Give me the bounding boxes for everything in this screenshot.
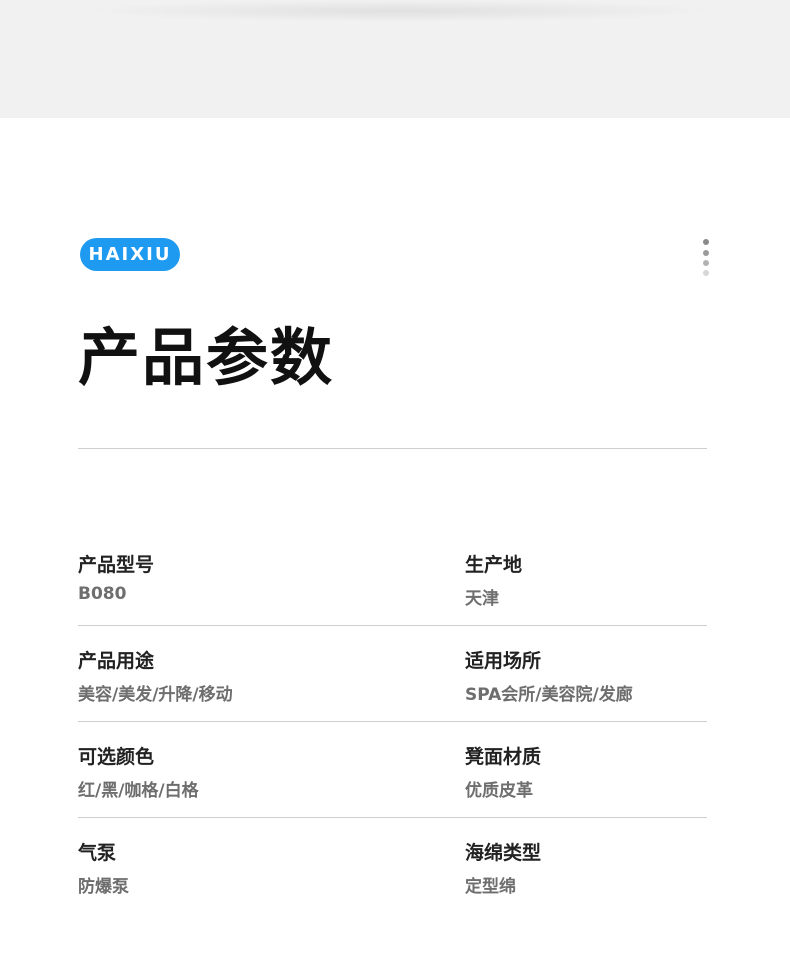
dot <box>703 239 709 245</box>
dot <box>703 270 709 276</box>
spec-value: B080 <box>78 584 127 604</box>
spec-row: 产品用途 美容/美发/升降/移动 适用场所 SPA会所/美容院/发廊 <box>78 626 707 722</box>
title-divider <box>78 448 707 449</box>
spec-label: 凳面材质 <box>465 746 542 768</box>
spec-label: 产品用途 <box>78 650 155 672</box>
spec-value: SPA会所/美容院/发廊 <box>465 685 633 705</box>
more-vertical-dots-icon <box>700 237 712 279</box>
brand-logo-badge: HAIXIU <box>80 238 180 271</box>
dot <box>703 250 709 256</box>
spec-table: 产品型号 B080 生产地 天津 产品用途 美容/美发/升降/移动 适用场所 S… <box>78 530 707 914</box>
spec-label: 气泵 <box>78 842 117 864</box>
spec-value: 防爆泵 <box>78 877 129 897</box>
spec-label: 可选颜色 <box>78 746 155 768</box>
spec-row: 可选颜色 红/黑/咖格/白格 凳面材质 优质皮革 <box>78 722 707 818</box>
spec-value: 天津 <box>465 589 499 609</box>
dot <box>703 260 709 266</box>
spec-label: 海绵类型 <box>465 842 542 864</box>
spec-label: 产品型号 <box>78 554 155 576</box>
spec-row: 气泵 防爆泵 海绵类型 定型绵 <box>78 818 707 914</box>
spec-label: 生产地 <box>465 554 523 576</box>
spec-value: 美容/美发/升降/移动 <box>78 685 233 705</box>
product-shadow <box>80 0 720 22</box>
top-image-band <box>0 0 790 118</box>
page-title: 产品参数 <box>78 321 335 394</box>
spec-value: 优质皮革 <box>465 781 533 801</box>
spec-label: 适用场所 <box>465 650 542 672</box>
spec-value: 定型绵 <box>465 877 516 897</box>
spec-value: 红/黑/咖格/白格 <box>78 781 199 801</box>
spec-row: 产品型号 B080 生产地 天津 <box>78 530 707 626</box>
